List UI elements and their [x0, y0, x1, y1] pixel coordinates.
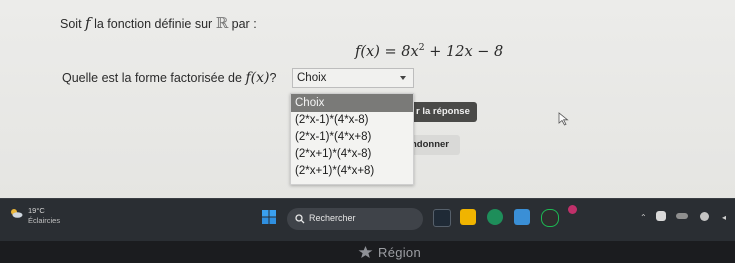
partly-cloudy-icon — [11, 209, 23, 218]
weather-condition[interactable]: Éclaircies — [28, 216, 60, 225]
function-formula: f(x) = 8x2 + 12x − 8 — [355, 42, 503, 60]
formula-equals: = — [384, 43, 397, 60]
file-explorer-icon[interactable] — [460, 209, 476, 225]
network-icon[interactable] — [700, 212, 709, 221]
formula-exponent: 2 — [418, 42, 425, 53]
answer-select[interactable]: Choix — [292, 68, 414, 88]
taskbar-search[interactable]: Rechercher — [287, 208, 423, 230]
edge-browser-icon[interactable] — [487, 209, 503, 225]
dropdown-option[interactable]: Choix — [291, 94, 413, 112]
task-view-icon[interactable] — [433, 209, 451, 227]
region-logo-icon — [358, 246, 373, 258]
tray-app-icon[interactable] — [656, 211, 666, 221]
chevron-up-icon[interactable]: ⌃ — [640, 213, 647, 222]
chevron-down-icon — [400, 76, 406, 80]
notification-badge-icon — [568, 205, 577, 214]
taskbar: 19°C Éclaircies Rechercher ⌃ ◂ — [0, 198, 735, 241]
dropdown-option[interactable]: (2*x-1)*(4*x+8) — [291, 129, 413, 146]
answer-select-value: Choix — [297, 72, 327, 84]
dropdown-option[interactable]: (2*x+1)*(4*x+8) — [291, 163, 413, 180]
store-icon[interactable] — [514, 209, 530, 225]
region-brand-label: Région — [378, 245, 421, 260]
chat-app-icon[interactable] — [541, 209, 559, 227]
intro-text-middle: la fonction définie sur — [94, 17, 213, 31]
exercise-page: Soit f la fonction définie sur ℝ par : f… — [0, 0, 735, 198]
prompt-question-mark: ? — [269, 71, 277, 85]
intro-text: Soit — [60, 17, 82, 31]
formula-rest: + 12x − 8 — [429, 43, 504, 60]
intro-text-end: par : — [231, 17, 257, 31]
search-icon — [295, 214, 305, 224]
formula-term-a: 8x — [401, 43, 419, 60]
answer-dropdown-list: Choix (2*x-1)*(4*x-8) (2*x-1)*(4*x+8) (2… — [290, 93, 414, 185]
question-intro: Soit f la fonction définie sur ℝ par : — [60, 14, 257, 32]
monitor-bezel: Région — [0, 241, 735, 263]
volume-icon[interactable]: ◂ — [722, 213, 726, 222]
prompt-function: f(x) — [245, 70, 270, 86]
dropdown-option[interactable]: (2*x-1)*(4*x-8) — [291, 112, 413, 129]
search-placeholder: Rechercher — [309, 213, 356, 223]
give-up-label: ndonner — [411, 139, 449, 150]
verify-answer-label: r la réponse — [416, 106, 470, 117]
question-prompt: Quelle est la forme factorisée de f(x)? — [62, 70, 276, 86]
tray-device-icon[interactable] — [676, 213, 688, 219]
mouse-cursor-icon — [558, 112, 569, 126]
real-set-symbol: ℝ — [215, 14, 229, 32]
dropdown-option[interactable]: (2*x+1)*(4*x-8) — [291, 146, 413, 163]
windows-start-icon[interactable] — [262, 210, 276, 224]
function-symbol: f — [85, 14, 91, 32]
weather-temperature[interactable]: 19°C — [28, 206, 45, 215]
prompt-text: Quelle est la forme factorisée de — [62, 71, 242, 85]
formula-lhs: f(x) — [355, 43, 380, 60]
